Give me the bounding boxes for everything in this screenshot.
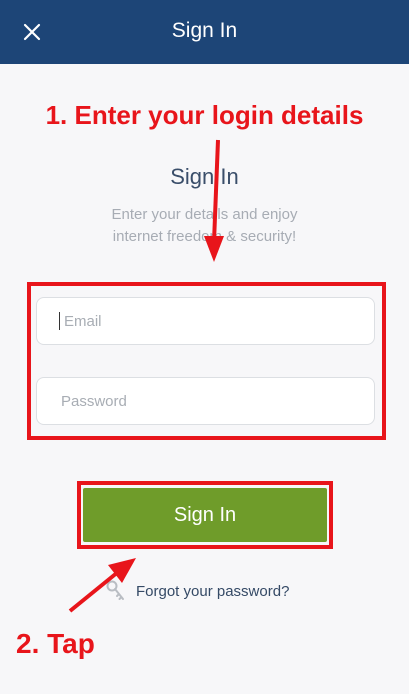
button-highlight-box (77, 481, 333, 549)
subtitle-line-2: internet freedom & security! (112, 228, 297, 245)
forgot-password-label: Forgot your password? (136, 582, 290, 600)
key-icon (106, 580, 124, 600)
top-bar: Sign In (0, 0, 409, 64)
subtitle-line-1: Enter your details and enjoy (111, 206, 298, 223)
forgot-password-link[interactable]: Forgot your password? (106, 580, 289, 602)
annotation-step-2: 2. Tap (16, 628, 95, 659)
fields-highlight-box (27, 282, 386, 440)
page-title: Sign In (171, 19, 238, 42)
signin-heading: Sign In (170, 164, 239, 189)
annotation-step-1: 1. Enter your login details (45, 100, 364, 130)
signin-subtitle: Enter your details and enjoy internet fr… (0, 204, 409, 248)
